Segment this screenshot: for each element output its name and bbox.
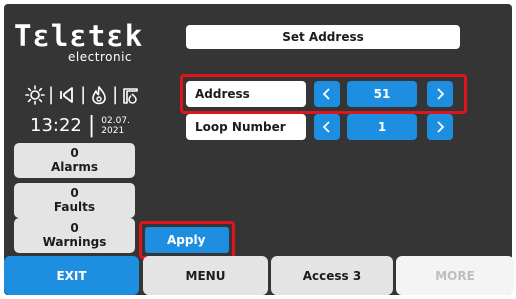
teletek-logo: Tεlεtεk electronic [14, 19, 144, 64]
menu-button[interactable]: MENU [143, 256, 268, 295]
flame-icon [88, 84, 110, 106]
loop-number-value[interactable]: 1 [347, 114, 417, 140]
speaker-icon [56, 84, 78, 106]
faults-label: Faults [53, 200, 96, 214]
clock: 13:22 | 02.07. 2021 [30, 112, 130, 138]
logo-wordmark: Tεlεtεk [14, 19, 144, 53]
chevron-right-icon [437, 88, 445, 100]
clock-date-day: 02.07. [101, 115, 130, 126]
clock-time: 13:22 [30, 115, 82, 136]
loop-decrement-button[interactable] [314, 114, 340, 140]
warnings-counter-button[interactable]: 0 Warnings [14, 218, 135, 253]
clock-date-year: 2021 [101, 125, 125, 136]
chevron-left-icon [322, 121, 330, 133]
status-icons: | | | [24, 83, 142, 107]
address-label: Address [186, 81, 306, 107]
separator: | [87, 112, 96, 138]
separator: | [112, 84, 119, 105]
alarms-label: Alarms [50, 160, 99, 174]
warnings-label: Warnings [42, 235, 107, 249]
address-decrement-button[interactable] [314, 81, 340, 107]
apply-button[interactable]: Apply [145, 227, 229, 253]
loop-number-label: Loop Number [186, 114, 306, 140]
sun-icon [24, 84, 46, 106]
address-increment-button[interactable] [427, 81, 453, 107]
screen: Tεlεtεk electronic | | | 13:22 | 02.07. … [0, 0, 516, 299]
address-value[interactable]: 51 [347, 81, 417, 107]
separator: | [48, 84, 55, 105]
more-button[interactable]: MORE [396, 256, 514, 295]
faults-count: 0 [70, 186, 79, 200]
chevron-left-icon [322, 88, 330, 100]
alarms-count: 0 [70, 146, 79, 160]
fire-alarm-icon [120, 84, 142, 106]
loop-increment-button[interactable] [427, 114, 453, 140]
alarms-counter-button[interactable]: 0 Alarms [14, 143, 135, 178]
chevron-right-icon [437, 121, 445, 133]
access-level-button[interactable]: Access 3 [271, 256, 393, 295]
separator: | [80, 84, 87, 105]
faults-counter-button[interactable]: 0 Faults [14, 183, 135, 218]
clock-date: 02.07. 2021 [101, 116, 130, 136]
page-title: Set Address [186, 25, 460, 49]
exit-button[interactable]: EXIT [4, 256, 139, 295]
warnings-count: 0 [70, 221, 79, 235]
